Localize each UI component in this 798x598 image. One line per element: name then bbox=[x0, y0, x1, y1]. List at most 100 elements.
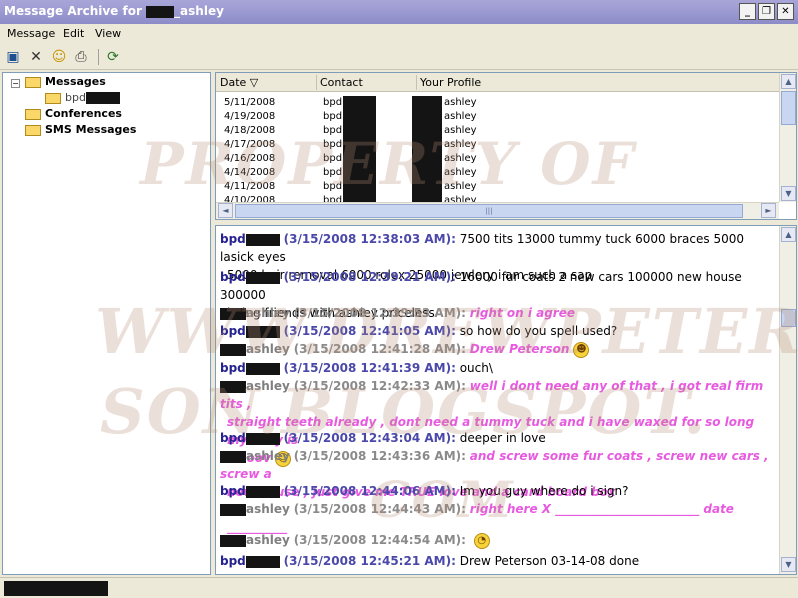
status-bar bbox=[0, 577, 798, 598]
redaction-bar bbox=[146, 5, 175, 18]
scroll-down-button[interactable]: ▼ bbox=[781, 557, 796, 572]
scroll-left-button[interactable]: ◄ bbox=[218, 203, 233, 218]
folder-icon bbox=[25, 108, 41, 120]
column-profile[interactable]: Your Profile bbox=[420, 76, 481, 89]
message-timestamp: (3/15/2008 12:38:03 AM): bbox=[283, 232, 456, 246]
scroll-thumb[interactable]: ||| bbox=[235, 204, 743, 218]
maximize-button[interactable]: ❐ bbox=[758, 3, 775, 20]
scroll-thumb[interactable] bbox=[781, 309, 796, 327]
tree-item-conferences[interactable]: Conferences bbox=[25, 107, 122, 120]
row-date: 4/14/2008 bbox=[224, 167, 276, 178]
sender-name: bpd bbox=[220, 270, 246, 284]
search-people-icon[interactable]: ☺ bbox=[50, 48, 68, 66]
tree-item-bpd[interactable]: bpd bbox=[45, 91, 120, 104]
scroll-up-button[interactable]: ▲ bbox=[781, 74, 796, 89]
table-row[interactable]: 4/17/2008 bpd ashley bbox=[216, 138, 779, 152]
sender-name: ashley bbox=[246, 379, 290, 393]
tree-item-messages[interactable]: Messages bbox=[25, 75, 106, 88]
redaction-bar bbox=[4, 581, 108, 596]
message-timestamp: (3/15/2008 12:43:36 AM): bbox=[293, 449, 466, 463]
scroll-up-button[interactable]: ▲ bbox=[781, 227, 796, 242]
redaction-bar bbox=[343, 96, 376, 110]
table-row[interactable]: 4/14/2008 bpd ashley bbox=[216, 166, 779, 180]
row-contact: bpd bbox=[323, 153, 343, 164]
redaction-bar bbox=[220, 307, 246, 320]
sender-name: bpd bbox=[220, 484, 246, 498]
minimize-button[interactable]: _ bbox=[739, 3, 756, 20]
redaction-bar bbox=[412, 152, 442, 166]
redaction-bar bbox=[220, 380, 246, 393]
redaction-bar bbox=[85, 92, 120, 104]
redaction-bar bbox=[245, 233, 280, 246]
column-divider bbox=[416, 75, 417, 90]
sender-name: bpd bbox=[220, 361, 246, 375]
menu-edit[interactable]: Edit bbox=[63, 27, 84, 40]
scroll-right-button[interactable]: ► bbox=[761, 203, 776, 218]
row-contact: bpd bbox=[323, 167, 343, 178]
list-horizontal-scrollbar[interactable]: ◄ ||| ► bbox=[216, 202, 779, 219]
message-timestamp: (3/15/2008 12:39:53 AM): bbox=[293, 306, 466, 320]
redaction-bar bbox=[245, 432, 280, 445]
window-title-suffix: _ashley bbox=[174, 4, 224, 18]
list-vertical-scrollbar[interactable]: ▲ ▼ bbox=[779, 73, 796, 202]
table-row[interactable]: 5/11/2008 bpd ashley bbox=[216, 96, 779, 110]
sender-name: ashley bbox=[246, 306, 290, 320]
tree-item-sms[interactable]: SMS Messages bbox=[25, 123, 136, 136]
chat-transcript: bpd (3/15/2008 12:38:03 AM): 7500 tits 1… bbox=[215, 225, 797, 575]
redaction-bar bbox=[343, 124, 376, 138]
message-timestamp: (3/15/2008 12:41:28 AM): bbox=[293, 342, 466, 356]
column-date[interactable]: Date ▽ bbox=[220, 76, 258, 89]
table-row[interactable]: 4/18/2008 bpd ashley bbox=[216, 124, 779, 138]
row-contact: bpd bbox=[323, 97, 343, 108]
close-button[interactable]: ✕ bbox=[777, 3, 794, 20]
row-date: 4/19/2008 bbox=[224, 111, 276, 122]
table-row[interactable]: 4/16/2008 bpd ashley bbox=[216, 152, 779, 166]
sender-name: bpd bbox=[220, 554, 246, 568]
row-contact: bpd bbox=[323, 111, 343, 122]
save-icon[interactable]: ▣ bbox=[4, 48, 22, 66]
sender-name: bpd bbox=[220, 431, 246, 445]
print-icon[interactable]: ⎙ bbox=[72, 48, 90, 66]
scroll-down-button[interactable]: ▼ bbox=[781, 186, 796, 201]
chat-message: bpd (3/15/2008 12:45:21 AM): Drew Peters… bbox=[220, 552, 776, 570]
window-title-prefix: Message Archive for bbox=[4, 4, 147, 18]
message-text: ouch\ bbox=[459, 361, 493, 375]
row-profile: ashley bbox=[444, 111, 477, 122]
message-text: Drew Peterson bbox=[469, 342, 570, 356]
row-contact: bpd bbox=[323, 181, 343, 192]
message-text: right here X ________________________ da… bbox=[469, 502, 734, 516]
scroll-thumb[interactable] bbox=[781, 91, 796, 125]
column-divider bbox=[316, 75, 317, 90]
tree-label-sms: SMS Messages bbox=[45, 123, 137, 136]
redaction-bar bbox=[412, 124, 442, 138]
redaction-bar bbox=[412, 96, 442, 110]
column-contact[interactable]: Contact bbox=[320, 76, 363, 89]
folder-icon bbox=[45, 92, 61, 104]
row-date: 5/11/2008 bbox=[224, 97, 276, 108]
delete-icon[interactable]: ✕ bbox=[27, 48, 45, 66]
message-text: so how do you spell used? bbox=[459, 324, 618, 338]
menu-message[interactable]: Message bbox=[7, 27, 55, 40]
message-list: Date ▽ Contact Your Profile 5/11/2008 bpd… bbox=[215, 72, 797, 220]
sender-name: ashley bbox=[246, 449, 290, 463]
redaction-bar bbox=[343, 180, 376, 194]
roll-emoticon-icon: ◔ bbox=[473, 532, 490, 549]
row-profile: ashley bbox=[444, 181, 477, 192]
tree-label-bpd: bpd bbox=[65, 91, 86, 104]
redaction-bar bbox=[412, 180, 442, 194]
menu-bar: Message Edit View bbox=[0, 24, 798, 44]
refresh-icon[interactable]: ⟳ bbox=[104, 48, 122, 66]
sender-name: bpd bbox=[220, 324, 246, 338]
row-contact: bpd bbox=[323, 125, 343, 136]
table-row[interactable]: 4/19/2008 bpd ashley bbox=[216, 110, 779, 124]
tree-label-conferences: Conferences bbox=[45, 107, 122, 120]
chat-message: bpd (3/15/2008 12:44:06 AM): Im you guy … bbox=[220, 482, 776, 500]
menu-view[interactable]: View bbox=[95, 27, 121, 40]
table-row[interactable]: 4/11/2008 bpd ashley bbox=[216, 180, 779, 194]
collapse-expander[interactable]: − bbox=[11, 79, 20, 88]
chat-vertical-scrollbar[interactable]: ▲ ▼ bbox=[779, 226, 796, 574]
window-controls: _ ❐ ✕ bbox=[739, 3, 794, 20]
row-date: 4/17/2008 bbox=[224, 139, 276, 150]
message-timestamp: (3/15/2008 12:44:43 AM): bbox=[293, 502, 466, 516]
redaction-bar bbox=[343, 152, 376, 166]
